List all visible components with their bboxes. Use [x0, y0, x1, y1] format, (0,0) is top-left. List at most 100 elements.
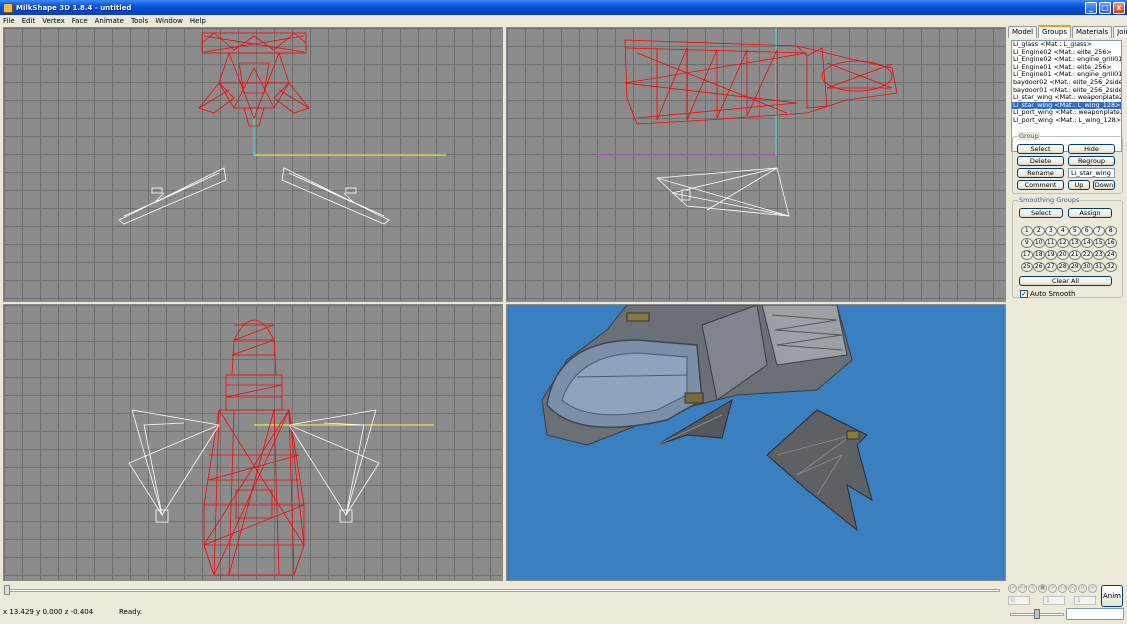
menu-animate[interactable]: Animate	[95, 17, 124, 25]
viewport-front[interactable]	[3, 304, 503, 581]
smoothing-group-6[interactable]: 6	[1081, 226, 1093, 236]
smoothing-group-7[interactable]: 7	[1093, 226, 1105, 236]
smoothing-group-19[interactable]: 19	[1045, 250, 1057, 260]
group-legend: Group	[1018, 132, 1040, 140]
group-select-button[interactable]: Select	[1017, 144, 1064, 154]
smoothing-group-12[interactable]: 12	[1057, 238, 1069, 248]
smoothing-group-31[interactable]: 31	[1093, 262, 1105, 272]
loop-button[interactable]: ∞	[1088, 584, 1097, 593]
smoothing-group-10[interactable]: 10	[1033, 238, 1045, 248]
prev-frame-button[interactable]: <	[1028, 584, 1037, 593]
smoothing-fieldset: Smoothing Groups Select Assign 1 2 3 4 5…	[1012, 196, 1123, 298]
smoothing-group-14[interactable]: 14	[1081, 238, 1093, 248]
group-down-button[interactable]: Down	[1093, 180, 1115, 190]
status-message: Ready.	[119, 608, 142, 616]
smoothing-group-3[interactable]: 3	[1045, 226, 1057, 236]
smoothing-group-16[interactable]: 16	[1105, 238, 1117, 248]
window-title: MilkShape 3D 1.8.4 - untitled	[16, 3, 132, 12]
ship-wireframe-side	[624, 39, 898, 125]
zoom-value-field[interactable]	[1066, 608, 1124, 620]
frame-end-field[interactable]: 1	[1074, 596, 1096, 605]
group-regroup-button[interactable]: Regroup	[1068, 156, 1115, 166]
close-button[interactable]: x	[1113, 1, 1125, 14]
smoothing-group-29[interactable]: 29	[1069, 262, 1081, 272]
smoothing-group-24[interactable]: 24	[1105, 250, 1117, 260]
menu-tools[interactable]: Tools	[131, 17, 148, 25]
smoothing-group-21[interactable]: 21	[1069, 250, 1081, 260]
menu-face[interactable]: Face	[72, 17, 88, 25]
smoothing-group-25[interactable]: 25	[1021, 262, 1033, 272]
smoothing-group-4[interactable]: 4	[1057, 226, 1069, 236]
tab-groups[interactable]: Groups	[1038, 25, 1071, 38]
smoothing-legend: Smoothing Groups	[1018, 196, 1081, 204]
tab-model[interactable]: Model	[1008, 26, 1038, 38]
smoothing-group-28[interactable]: 28	[1057, 262, 1069, 272]
group-hide-button[interactable]: Hide	[1068, 144, 1115, 154]
anim-mode-button[interactable]: Anim	[1101, 585, 1123, 607]
fast-forward-button[interactable]: >>	[1058, 584, 1067, 593]
rewind-button[interactable]: <<	[1018, 584, 1027, 593]
tab-joints[interactable]: Joints	[1113, 26, 1127, 38]
group-fieldset: Group Select Hide Delete Regroup Rename …	[1012, 132, 1123, 194]
smoothing-group-13[interactable]: 13	[1069, 238, 1081, 248]
maximize-button[interactable]: □	[1099, 1, 1111, 14]
menu-file[interactable]: File	[3, 17, 15, 25]
smoothing-select-button[interactable]: Select	[1019, 208, 1063, 218]
smoothing-group-8[interactable]: 8	[1105, 226, 1117, 236]
group-up-button[interactable]: Up	[1068, 180, 1090, 190]
menu-edit[interactable]: Edit	[22, 17, 36, 25]
list-item[interactable]: Li_port_wing <Mat.: L_wing_128>	[1012, 116, 1121, 125]
smoothing-group-26[interactable]: 26	[1033, 262, 1045, 272]
play-button[interactable]: o	[1078, 584, 1087, 593]
smoothing-group-15[interactable]: 15	[1093, 238, 1105, 248]
viewport-top[interactable]	[3, 27, 503, 302]
smoothing-group-30[interactable]: 30	[1081, 262, 1093, 272]
smoothing-group-9[interactable]: 9	[1021, 238, 1033, 248]
auto-smooth-option[interactable]: ✓ Auto Smooth	[1020, 290, 1076, 298]
milkshape-app-icon	[3, 2, 13, 13]
stop-button[interactable]: ■	[1038, 584, 1047, 593]
viewport-3d[interactable]	[506, 304, 1006, 581]
tab-materials[interactable]: Materials	[1072, 26, 1113, 38]
menu-bar: File Edit Vertex Face Animate Tools Wind…	[0, 15, 1127, 26]
frame-current-field[interactable]: 1	[1043, 596, 1065, 605]
clear-all-button[interactable]: Clear All	[1019, 276, 1112, 286]
menu-vertex[interactable]: Vertex	[42, 17, 65, 25]
smoothing-group-23[interactable]: 23	[1093, 250, 1105, 260]
right-panel: Model Groups Materials Joints Li_glass <…	[1008, 25, 1127, 582]
smoothing-group-32[interactable]: 32	[1105, 262, 1117, 272]
status-bar: x 13.429 y 0.000 z -0.404 Ready.	[0, 607, 1127, 624]
auto-smooth-checkbox[interactable]: ✓	[1020, 290, 1028, 298]
group-delete-button[interactable]: Delete	[1017, 156, 1064, 166]
group-comment-button[interactable]: Comment	[1017, 180, 1064, 190]
animation-controls: |< << < ■ > >> >| o ∞ 0 1 1	[1006, 584, 1102, 608]
menu-window[interactable]: Window	[155, 17, 183, 25]
smoothing-group-22[interactable]: 22	[1081, 250, 1093, 260]
animation-timeline	[0, 582, 1008, 606]
frame-slider-track[interactable]	[6, 589, 1000, 592]
tab-strip: Model Groups Materials Joints	[1008, 25, 1127, 38]
smoothing-group-18[interactable]: 18	[1033, 250, 1045, 260]
first-frame-button[interactable]: |<	[1008, 584, 1017, 593]
smoothing-group-1[interactable]: 1	[1021, 226, 1033, 236]
title-bar: MilkShape 3D 1.8.4 - untitled _ □ x	[0, 0, 1127, 15]
group-name-input[interactable]: Li_star_wing	[1068, 168, 1115, 178]
smoothing-assign-button[interactable]: Assign	[1068, 208, 1112, 218]
frame-start-field[interactable]: 0	[1008, 596, 1030, 605]
zoom-slider-thumb[interactable]	[1034, 609, 1040, 619]
smoothing-group-17[interactable]: 17	[1021, 250, 1033, 260]
last-frame-button[interactable]: >|	[1068, 584, 1077, 593]
frame-slider-thumb[interactable]	[4, 585, 10, 595]
smoothing-group-2[interactable]: 2	[1033, 226, 1045, 236]
menu-help[interactable]: Help	[190, 17, 206, 25]
viewport-side[interactable]	[506, 27, 1006, 302]
smoothing-group-5[interactable]: 5	[1069, 226, 1081, 236]
group-rename-button[interactable]: Rename	[1017, 168, 1064, 178]
smoothing-group-27[interactable]: 27	[1045, 262, 1057, 272]
smoothing-group-20[interactable]: 20	[1057, 250, 1069, 260]
ship-wireframe-front	[203, 319, 305, 576]
next-frame-button[interactable]: >	[1048, 584, 1057, 593]
wings-wireframe-top	[118, 167, 390, 225]
smoothing-group-11[interactable]: 11	[1045, 238, 1057, 248]
minimize-button[interactable]: _	[1085, 1, 1097, 14]
